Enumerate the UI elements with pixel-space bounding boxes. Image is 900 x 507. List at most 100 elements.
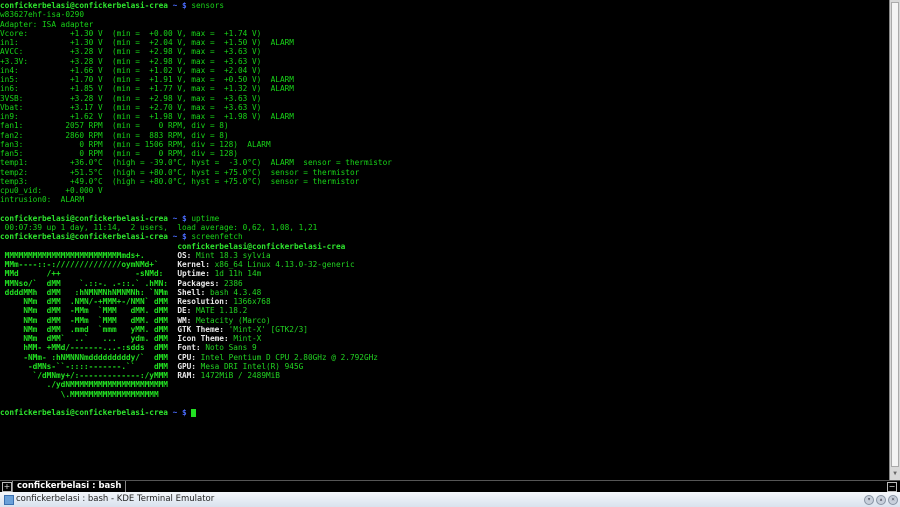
info-label: Uptime: [177,269,215,279]
logo-art: `/dMNmy+/:-------------:/yMMM [0,371,178,380]
logo-art: NMm dMM` ..` ... ydm. dMM [0,334,178,343]
uptime-output: 00:07:39 up 1 day, 11:14, 2 users, load … [0,223,318,232]
info-label: Packages: [177,278,224,288]
info-label: Font: [177,343,206,353]
scroll-down-arrow-icon[interactable]: ▼ [891,470,899,479]
screenfetch-line: MMd /++ -sNMd: Uptime: 1d 11h 14m [0,269,889,278]
command-text: screenfetch [191,232,243,242]
cursor [191,409,196,417]
output-line: fan1: 2057 RPM (min = 0 RPM, div = 8) [0,121,229,131]
prompt-user-host: confickerbelasi@confickerbelasi-crea [0,408,168,417]
prompt-symbol: ~ $ [167,213,192,223]
info-label: Shell: [177,287,210,297]
info-value: x86_64 Linux 4.13.0-32-generic [214,260,355,269]
logo-art: NMm dMM -MMm `MMM dMM. dMM [0,306,178,316]
logo-art: ddddMMh dMM :hNMNMNhNMNMNh: `NMm [0,287,178,297]
info-value: bash 4.3.48 [209,287,262,297]
logo-art: hMM- +MMd/-------...-:sdds dMM [0,343,178,353]
command-text: sensors [191,1,224,10]
scrollbar[interactable]: ▼ [889,0,900,480]
screenfetch-line: hMM- +MMd/-------...-:sdds dMM Font: Not… [0,343,889,352]
info-label: RAM: [177,371,201,380]
screenfetch-line: NMm dMM -MMm `MMM dMM. dMM WM: Metacity … [0,316,889,325]
prompt-line: confickerbelasi@confickerbelasi-crea ~ $… [0,232,889,241]
prompt-user-host: confickerbelasi@confickerbelasi-crea [0,213,168,223]
prompt-user-host: confickerbelasi@confickerbelasi-crea [0,1,168,10]
screenfetch-line: NMm dMM -MMm `MMM dMM. dMM DE: MATE 1.18… [0,306,889,315]
output-line: fan3: 0 RPM (min = 1506 RPM, div = 128) … [0,139,271,149]
logo-art: MMMMMMMMMMMMMMMMMMMMMMMMMmds+. [0,250,178,260]
logo-art: MMm----::-://////////////oymNMd+` [0,260,178,269]
screenfetch-line: MMMMMMMMMMMMMMMMMMMMMMMMMmds+. OS: Mint … [0,251,889,260]
info-label: Kernel: [177,260,215,269]
prompt-symbol: ~ $ [167,1,192,10]
close-tab-button[interactable]: − [887,482,897,492]
new-tab-button[interactable]: + [2,482,12,492]
output-line: temp1: +36.0°C (high = -39.0°C, hyst = -… [0,158,392,168]
info-value: Metacity (Marco) [195,315,271,325]
output-line: fan2: 2860 RPM (min = 883 RPM, div = 8) [0,130,229,140]
screenfetch-line: NMm dMM .mmd `mmm yMM. dMM GTK Theme: 'M… [0,325,889,334]
info-label: Icon Theme: [177,334,234,343]
info-label: GPU: [177,361,201,371]
info-label: Resolution: [177,297,234,306]
logo-art: NMm dMM -MMm `MMM dMM. dMM [0,315,178,325]
info-value: Mint-X [233,334,262,343]
info-value: 2386 [223,278,243,288]
info-value: Mint 18.3 sylvia [195,250,271,260]
scrollbar-thumb[interactable] [891,2,899,467]
screenfetch-line: `/dMNmy+/:-------------:/yMMM RAM: 1472M… [0,371,889,380]
minimize-icon[interactable]: ▾ [864,495,874,505]
output-line: temp3: +49.0°C (high = +80.0°C, hyst = +… [0,176,360,186]
info-label: CPU: [177,352,201,362]
output-line: temp2: +51.5°C (high = +80.0°C, hyst = +… [0,167,360,177]
output-line: Vbat: +3.17 V (min = +2.70 V, max = +3.6… [0,102,262,112]
screenfetch-line: MMm----::-://////////////oymNMd+` Kernel… [0,260,889,269]
screenfetch-line: confickerbelasi@confickerbelasi-crea [0,242,889,251]
output-line: Adapter: ISA adapter [0,19,94,29]
info-value: 1366x768 [233,297,271,306]
prompt-user-host: confickerbelasi@confickerbelasi-crea [0,232,168,242]
maximize-icon[interactable]: ▴ [876,495,886,505]
logo-art: -dMNs-``-::::-------.`` dMM [0,361,178,371]
info-label: WM: [177,315,196,325]
info-value: 'Mint-X' [GTK2/3] [228,324,308,334]
output-line: in1: +1.30 V (min = +2.04 V, max = +1.50… [0,38,294,47]
logo-art: NMm dMM .mmd `mmm yMM. dMM [0,324,178,334]
close-window-icon[interactable]: × [888,495,898,505]
output-line: cpu0_vid: +0.000 V [0,186,103,195]
terminal-app-icon [4,495,14,505]
output-line: in6: +1.85 V (min = +1.77 V, max = +1.32… [0,84,294,94]
output-line: in4: +1.66 V (min = +1.02 V, max = +2.04… [0,65,262,75]
output-line: intrusion0: ALARM [0,195,84,205]
tab-bash[interactable]: confickerbelasi : bash [12,481,127,492]
output-line: in9: +1.62 V (min = +1.98 V, max = +1.98… [0,112,294,121]
info-value: 1d 11h 14m [214,269,262,279]
logo-art: \.MMMMMMMMMMMMMMMMMMM [0,389,182,399]
window-title: confickerbelasi : bash - KDE Terminal Em… [16,494,215,504]
command-text: uptime [191,213,220,223]
info-label: GTK Theme: [177,324,229,334]
info-value: Mesa DRI Intel(R) 945G [200,361,304,371]
info-value: Intel Pentium D CPU 2.80GHz @ 2.792GHz [200,352,378,362]
terminal-output[interactable]: confickerbelasi@confickerbelasi-crea ~ $… [0,0,889,481]
output-line: fan5: 0 RPM (min = 0 RPM, div = 128) [0,149,238,158]
logo-art [0,242,177,251]
info-label: DE: [177,306,196,316]
info-value: MATE 1.18.2 [195,306,248,316]
logo-art: ./ydNMMMMMMMMMMMMMMMMMMMMM [0,380,178,390]
screenfetch-line: NMm dMM .NMN/-+MMM+-/NMN` dMM Resolution… [0,297,889,306]
screenfetch-line: NMm dMM` ..` ... ydm. dMM Icon Theme: Mi… [0,334,889,343]
screenfetch-line: ./ydNMMMMMMMMMMMMMMMMMMMMM [0,380,889,389]
screenfetch-line: ddddMMh dMM :hNMNMNhNMNMNh: `NMm Shell: … [0,288,889,297]
output-line: in5: +1.70 V (min = +1.91 V, max = +0.50… [0,75,294,84]
screenfetch-line: -NMm- :hNMNNNmdddddddddy/` dMM CPU: Inte… [0,353,889,362]
info-value: Noto Sans 9 [205,343,257,353]
prompt-line: confickerbelasi@confickerbelasi-crea ~ $… [0,1,889,10]
logo-art: NMm dMM .NMN/-+MMM+-/NMN` dMM [0,297,178,306]
window-titlebar: confickerbelasi : bash - KDE Terminal Em… [0,492,900,507]
info-value: 1472MiB / 2489MiB [200,371,280,380]
prompt-line: confickerbelasi@confickerbelasi-crea ~ $ [0,408,889,417]
